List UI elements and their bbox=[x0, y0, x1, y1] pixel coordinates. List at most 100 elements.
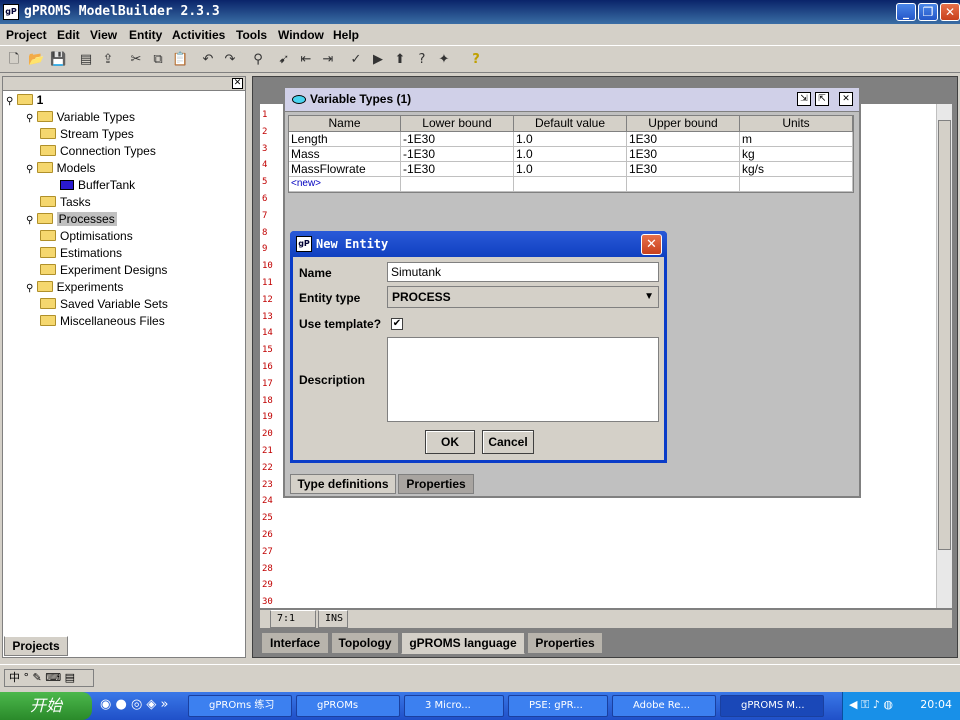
context-help-icon[interactable]: ? bbox=[468, 52, 484, 68]
undo-icon[interactable]: ↶ bbox=[200, 52, 216, 68]
table-cell[interactable]: Length bbox=[289, 132, 401, 147]
column-header[interactable]: Units bbox=[740, 116, 853, 132]
tree-item-models[interactable]: ⚲ Models bbox=[26, 161, 95, 177]
find-icon[interactable]: ⚲ bbox=[250, 52, 266, 68]
new-file-icon[interactable]: 🗋 bbox=[6, 52, 22, 68]
table-cell[interactable]: MassFlowrate bbox=[289, 162, 401, 177]
restore-icon[interactable]: ⇲ bbox=[797, 92, 811, 106]
column-header[interactable]: Lower bound bbox=[401, 116, 514, 132]
ime-toolbar[interactable]: 中 ° ✎ ⌨ ▤ bbox=[4, 669, 94, 687]
column-header[interactable]: Default value bbox=[514, 116, 627, 132]
table-cell[interactable]: -1E30 bbox=[401, 162, 514, 177]
menu-window[interactable]: Window bbox=[278, 28, 324, 42]
dialog-close-button[interactable]: ✕ bbox=[641, 234, 662, 255]
tree-item-misc-files[interactable]: Miscellaneous Files bbox=[40, 314, 165, 330]
tree-item-estimations[interactable]: Estimations bbox=[40, 246, 122, 262]
tab-vt-properties[interactable]: Properties bbox=[398, 474, 474, 494]
table-cell[interactable]: m bbox=[740, 132, 853, 147]
tree-item-stream-types[interactable]: Stream Types bbox=[40, 127, 134, 143]
minimize-button[interactable]: _ bbox=[896, 3, 916, 21]
tray-icons[interactable]: ◀ ⚿ ♪ ◍ bbox=[849, 698, 893, 712]
xml-icon[interactable]: ▤ bbox=[78, 52, 94, 68]
up-arrow-icon[interactable]: ⬆ bbox=[392, 52, 408, 68]
taskbar-item[interactable]: Adobe Re... bbox=[612, 695, 716, 717]
menu-activities[interactable]: Activities bbox=[172, 28, 225, 42]
taskbar-item[interactable]: gPROms 练习 bbox=[188, 695, 292, 717]
table-cell[interactable]: -1E30 bbox=[401, 147, 514, 162]
copy-icon[interactable]: ⧉ bbox=[150, 52, 166, 68]
tab-properties[interactable]: Properties bbox=[527, 632, 603, 654]
close-button[interactable]: ✕ bbox=[940, 3, 960, 21]
tree-item-saved-variable-sets[interactable]: Saved Variable Sets bbox=[40, 297, 168, 313]
cut-icon[interactable]: ✂ bbox=[128, 52, 144, 68]
table-cell[interactable]: 1E30 bbox=[627, 147, 740, 162]
tab-gproms-language[interactable]: gPROMS language bbox=[401, 632, 525, 654]
wizard-icon[interactable]: ✦ bbox=[436, 52, 452, 68]
description-textarea[interactable] bbox=[387, 337, 659, 422]
tree-item-buffertank[interactable]: BufferTank bbox=[60, 178, 135, 194]
indent-right-icon[interactable]: ⇥ bbox=[320, 52, 336, 68]
column-header[interactable]: Upper bound bbox=[627, 116, 740, 132]
menu-edit[interactable]: Edit bbox=[57, 28, 80, 42]
close-icon[interactable]: ✕ bbox=[839, 92, 853, 106]
run-icon[interactable]: ▶ bbox=[370, 52, 386, 68]
quick-launch[interactable]: ◉ ● ◎ ◈ » bbox=[100, 697, 180, 715]
table-cell[interactable]: -1E30 bbox=[401, 132, 514, 147]
tab-projects[interactable]: Projects bbox=[4, 636, 68, 656]
table-cell[interactable] bbox=[514, 177, 627, 192]
table-cell[interactable]: kg/s bbox=[740, 162, 853, 177]
new-row-cell[interactable]: <new> bbox=[289, 177, 401, 192]
help-question-icon[interactable]: ? bbox=[414, 52, 430, 68]
table-cell[interactable] bbox=[740, 177, 853, 192]
maximize-icon[interactable]: ⇱ bbox=[815, 92, 829, 106]
start-button[interactable]: 开始 bbox=[0, 692, 92, 720]
panel-close-icon[interactable]: ✕ bbox=[232, 78, 243, 89]
table-cell[interactable]: 1.0 bbox=[514, 132, 627, 147]
tree-item-variable-types[interactable]: ⚲ Variable Types bbox=[26, 110, 135, 126]
taskbar-item[interactable]: 3 Micro... bbox=[404, 695, 504, 717]
check-icon[interactable]: ✓ bbox=[348, 52, 364, 68]
menu-project[interactable]: Project bbox=[6, 28, 47, 42]
table-cell[interactable]: kg bbox=[740, 147, 853, 162]
column-header[interactable]: Name bbox=[289, 116, 401, 132]
tree-root[interactable]: ⚲ 1 bbox=[6, 93, 43, 109]
tree-item-tasks[interactable]: Tasks bbox=[40, 195, 91, 211]
tree-item-experiment-designs[interactable]: Experiment Designs bbox=[40, 263, 167, 279]
tab-type-definitions[interactable]: Type definitions bbox=[290, 474, 396, 494]
entity-name-input[interactable]: Simutank bbox=[387, 262, 659, 282]
goto-icon[interactable]: ➹ bbox=[276, 52, 292, 68]
paste-icon[interactable]: 📋 bbox=[172, 52, 188, 68]
tree-item-optimisations[interactable]: Optimisations bbox=[40, 229, 133, 245]
table-cell[interactable]: 1E30 bbox=[627, 162, 740, 177]
table-cell[interactable]: 1.0 bbox=[514, 162, 627, 177]
indent-left-icon[interactable]: ⇤ bbox=[298, 52, 314, 68]
table-cell[interactable] bbox=[627, 177, 740, 192]
use-template-checkbox[interactable]: ✔ bbox=[391, 318, 403, 330]
editor-scrollbar[interactable] bbox=[936, 104, 952, 608]
save-icon[interactable]: 💾 bbox=[50, 52, 66, 68]
taskbar-item[interactable]: gPROMS M... bbox=[720, 695, 824, 717]
import-icon[interactable]: ⇪ bbox=[100, 52, 116, 68]
entity-type-select[interactable]: PROCESS ▼ bbox=[387, 286, 659, 308]
tab-interface[interactable]: Interface bbox=[261, 632, 329, 654]
taskbar-item[interactable]: PSE: gPR... bbox=[508, 695, 608, 717]
open-folder-icon[interactable]: 📂 bbox=[28, 52, 44, 68]
scrollbar-thumb[interactable] bbox=[938, 120, 951, 550]
table-cell[interactable]: Mass bbox=[289, 147, 401, 162]
redo-icon[interactable]: ↷ bbox=[222, 52, 238, 68]
table-cell[interactable]: 1.0 bbox=[514, 147, 627, 162]
taskbar-item[interactable]: gPROMs bbox=[296, 695, 400, 717]
tree-item-processes[interactable]: ⚲ Processes bbox=[26, 212, 117, 228]
cancel-button[interactable]: Cancel bbox=[482, 430, 534, 454]
menu-entity[interactable]: Entity bbox=[129, 28, 162, 42]
menu-help[interactable]: Help bbox=[333, 28, 359, 42]
ok-button[interactable]: OK bbox=[425, 430, 475, 454]
maximize-button[interactable]: ❐ bbox=[918, 3, 938, 21]
table-cell[interactable]: 1E30 bbox=[627, 132, 740, 147]
table-cell[interactable] bbox=[401, 177, 514, 192]
tree-item-experiments[interactable]: ⚲ Experiments bbox=[26, 280, 123, 296]
menu-view[interactable]: View bbox=[90, 28, 117, 42]
tab-topology[interactable]: Topology bbox=[331, 632, 399, 654]
tree-item-connection-types[interactable]: Connection Types bbox=[40, 144, 156, 160]
menu-tools[interactable]: Tools bbox=[236, 28, 267, 42]
